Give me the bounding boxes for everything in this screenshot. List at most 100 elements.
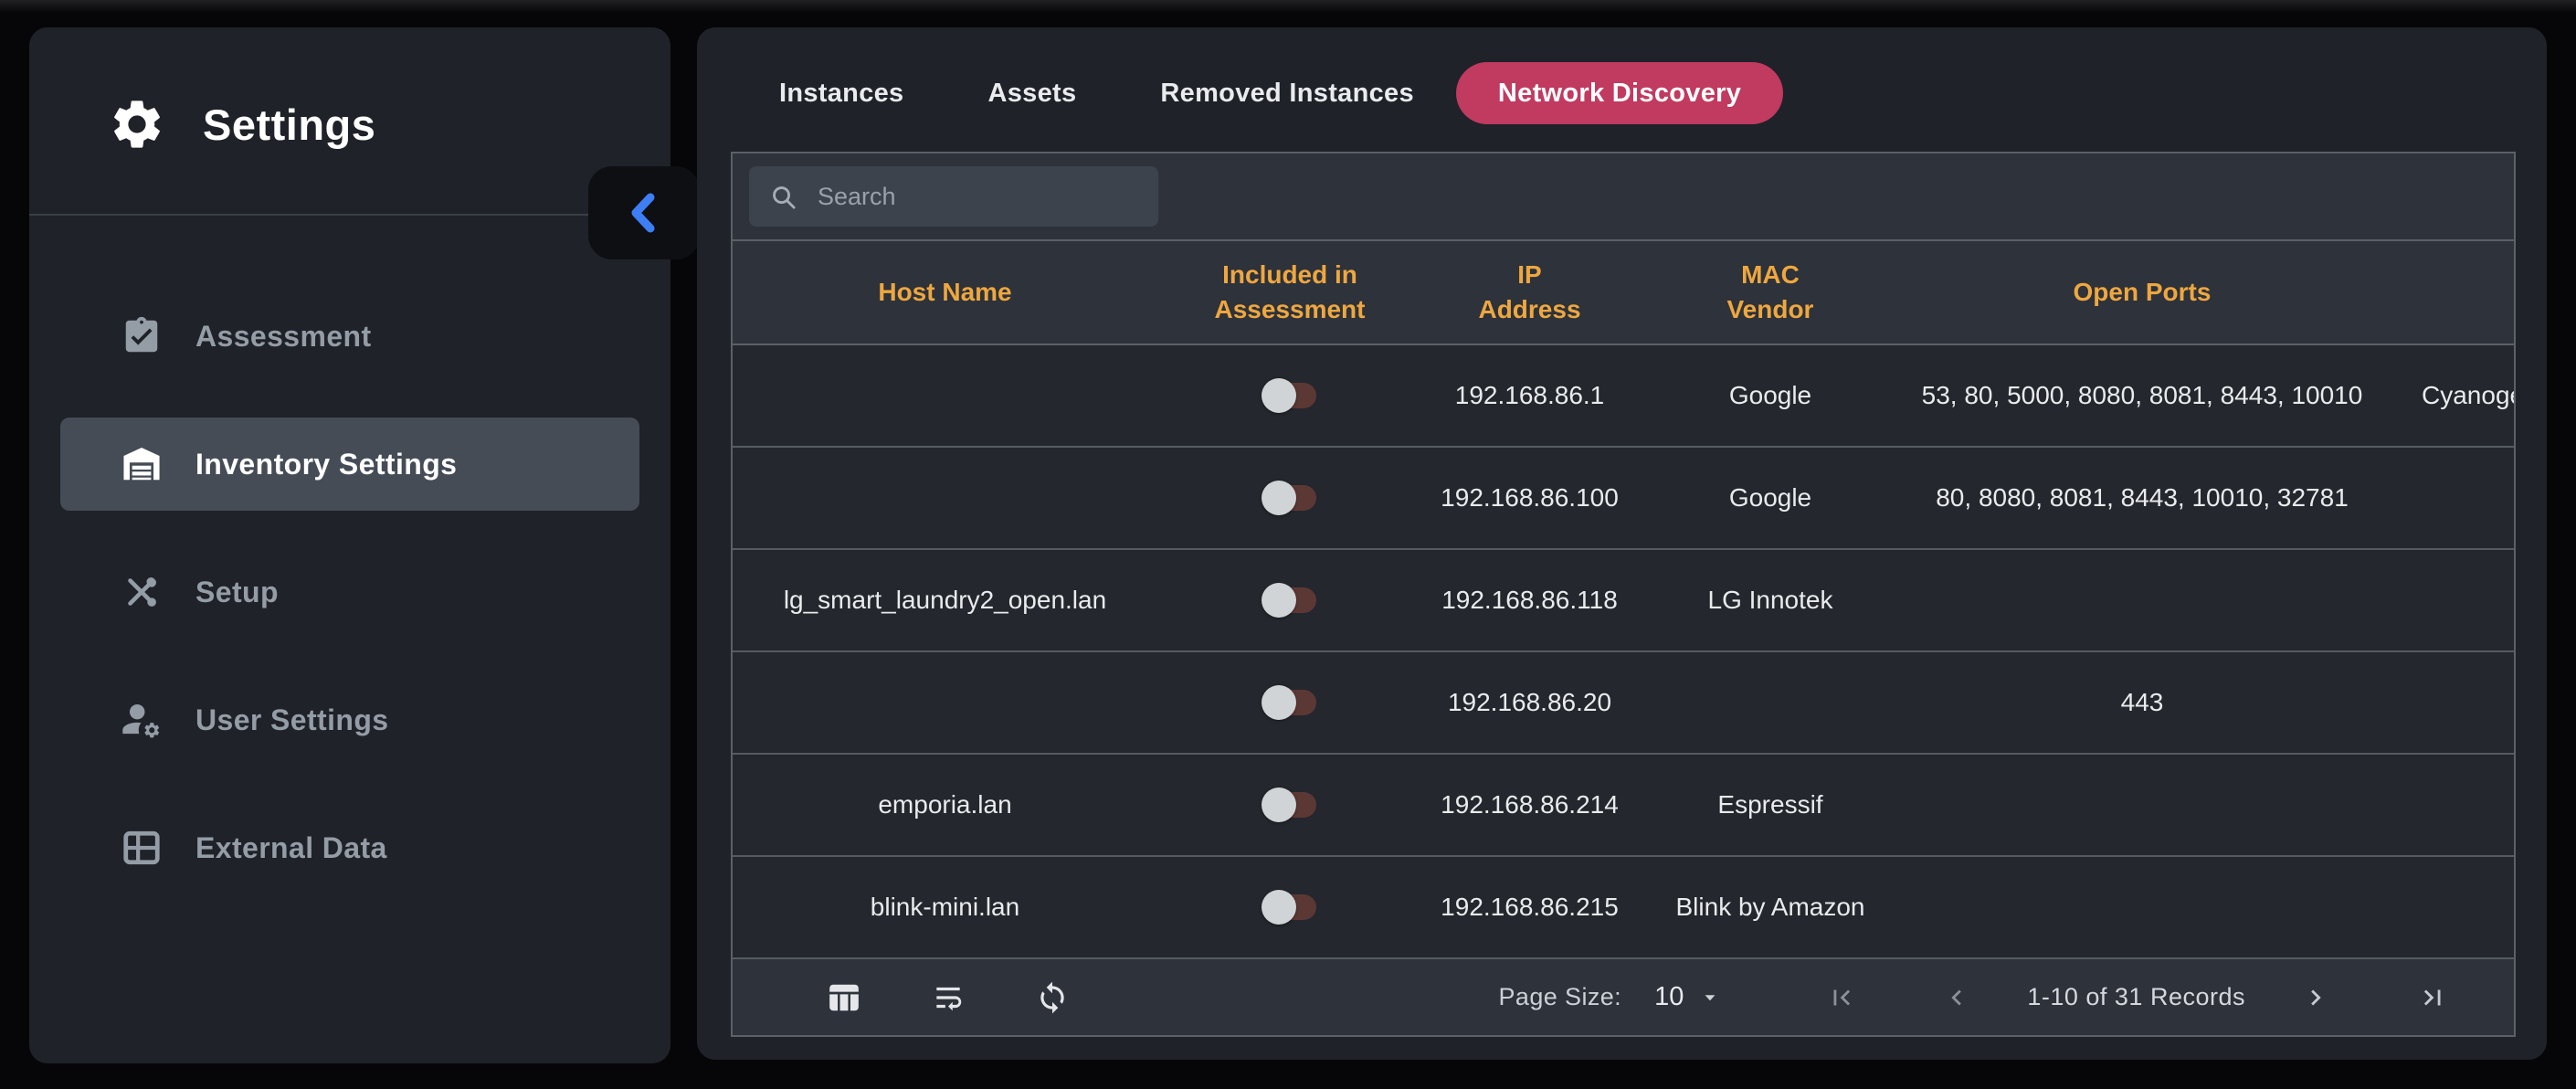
sidebar-item-label: User Settings <box>195 703 388 737</box>
user-gear-icon <box>121 699 163 741</box>
pagination-controls: 1-10 of 31 Records <box>1722 980 2450 1015</box>
table-columns-button[interactable] <box>826 979 862 1016</box>
included-in-assessment-cell <box>1157 685 1422 720</box>
table-row: blink-mini.lan 192.168.86.215 Blink by A… <box>733 857 2514 959</box>
tab-network-discovery[interactable]: Network Discovery <box>1456 62 1783 124</box>
table-body: 192.168.86.1 Google 53, 80, 5000, 8080, … <box>733 345 2514 959</box>
sidebar-item-label: Setup <box>195 576 279 609</box>
caret-down-icon <box>1698 986 1722 1010</box>
sidebar-item-user-settings[interactable]: User Settings <box>60 673 639 767</box>
first-page-button[interactable] <box>1824 980 1859 1015</box>
included-in-assessment-cell <box>1157 583 1422 618</box>
table-row: 192.168.86.100 Google 80, 8080, 8081, 84… <box>733 448 2514 550</box>
toggle-knob <box>1262 890 1296 925</box>
toggle-knob <box>1262 481 1296 515</box>
sidebar-item-label: Inventory Settings <box>195 448 457 481</box>
page-size-value: 10 <box>1654 982 1684 1012</box>
page-size-select[interactable]: 10 <box>1654 982 1722 1012</box>
mac-vendor-cell: Blink by Amazon <box>1637 893 1904 922</box>
included-in-assessment-cell <box>1157 788 1422 822</box>
last-page-button[interactable] <box>2415 980 2450 1015</box>
sidebar-item-inventory-settings[interactable]: Inventory Settings <box>60 418 639 511</box>
tools-icon <box>121 571 163 613</box>
mac-vendor-cell: Espressif <box>1637 790 1904 819</box>
tab-assets[interactable]: Assets <box>946 62 1119 124</box>
toggle-knob <box>1262 378 1296 413</box>
collapse-sidebar-button[interactable] <box>588 166 700 259</box>
ip-address-cell: 192.168.86.100 <box>1422 483 1637 513</box>
included-toggle[interactable] <box>1262 481 1318 515</box>
sidebar-menu: Assessment Inventory Settings Setup User… <box>29 290 670 929</box>
included-in-assessment-cell <box>1157 481 1422 515</box>
table-footer: Page Size: 10 1-10 of 31 Records <box>733 959 2514 1035</box>
search-input[interactable] <box>816 182 1138 212</box>
warehouse-icon <box>121 443 163 485</box>
sidebar-item-external-data[interactable]: External Data <box>60 801 639 894</box>
ip-address-cell: 192.168.86.118 <box>1422 586 1637 615</box>
table-toolbar <box>733 153 2514 241</box>
included-toggle[interactable] <box>1262 685 1318 720</box>
table-grid-icon <box>121 827 163 869</box>
sidebar-item-assessment[interactable]: Assessment <box>60 290 639 383</box>
column-header-ip-address: IPAddress <box>1422 258 1637 327</box>
column-header-included-in-assessment: Included inAssessment <box>1157 258 1422 327</box>
footer-right-group: Page Size: 10 1-10 of 31 Records <box>1499 980 2515 1015</box>
chevron-right-button[interactable] <box>2298 980 2333 1015</box>
host-name-cell: lg_smart_laundry2_open.lan <box>733 586 1157 615</box>
included-toggle[interactable] <box>1262 788 1318 822</box>
settings-sidebar: Settings Assessment Inventory Settings S… <box>29 27 670 1063</box>
mac-vendor-cell: Google <box>1637 381 1904 410</box>
search-icon <box>769 183 797 211</box>
app-root: Settings Assessment Inventory Settings S… <box>0 0 2576 1089</box>
host-name-cell: emporia.lan <box>733 790 1157 819</box>
open-ports-cell: 80, 8080, 8081, 8443, 10010, 32781 <box>1904 483 2381 513</box>
table-row: lg_smart_laundry2_open.lan 192.168.86.11… <box>733 550 2514 652</box>
wrap-text-button[interactable] <box>930 979 966 1016</box>
search-box <box>749 166 1158 227</box>
refresh-button[interactable] <box>1034 979 1071 1016</box>
clipboard-check-icon <box>121 315 163 357</box>
overflow-cell: Cyanoge <box>2381 381 2516 410</box>
network-discovery-table: Host NameIncluded inAssessmentIPAddressM… <box>731 152 2516 1037</box>
open-ports-cell: 53, 80, 5000, 8080, 8081, 8443, 10010 <box>1904 381 2381 410</box>
toggle-knob <box>1262 583 1296 618</box>
records-range-label: 1-10 of 31 Records <box>2027 983 2245 1011</box>
included-in-assessment-cell <box>1157 890 1422 925</box>
sidebar-item-label: External Data <box>195 831 387 865</box>
chevron-left-icon <box>626 190 662 236</box>
window-top-edge <box>0 0 2576 12</box>
tab-bar: InstancesAssetsRemoved InstancesNetwork … <box>737 62 1783 124</box>
tab-instances[interactable]: Instances <box>737 62 946 124</box>
table-row: 192.168.86.20 443 <box>733 652 2514 755</box>
sidebar-title: Settings <box>203 100 375 150</box>
first-page-icon <box>1826 982 1857 1013</box>
toggle-knob <box>1262 685 1296 720</box>
column-header-host-name: Host Name <box>733 275 1157 310</box>
mac-vendor-cell: LG Innotek <box>1637 586 1904 615</box>
included-toggle[interactable] <box>1262 378 1318 413</box>
table-row: 192.168.86.1 Google 53, 80, 5000, 8080, … <box>733 345 2514 448</box>
host-name-cell: blink-mini.lan <box>733 893 1157 922</box>
tab-removed-instances[interactable]: Removed Instances <box>1118 62 1456 124</box>
column-header-open-ports: Open Ports <box>1904 275 2381 310</box>
included-toggle[interactable] <box>1262 890 1318 925</box>
gear-icon <box>108 95 166 153</box>
sidebar-header: Settings <box>108 95 375 153</box>
toggle-knob <box>1262 788 1296 822</box>
last-page-icon <box>2417 982 2448 1013</box>
chevron-left-icon <box>1941 982 1972 1013</box>
mac-vendor-cell: Google <box>1637 483 1904 513</box>
footer-tool-icons <box>733 979 1071 1016</box>
chevron-left-button[interactable] <box>1939 980 1974 1015</box>
chevron-right-icon <box>2300 982 2331 1013</box>
table-header-row: Host NameIncluded inAssessmentIPAddressM… <box>733 241 2514 345</box>
sidebar-item-label: Assessment <box>195 320 372 354</box>
sidebar-item-setup[interactable]: Setup <box>60 545 639 639</box>
included-toggle[interactable] <box>1262 583 1318 618</box>
sidebar-divider <box>29 214 670 216</box>
table-row: emporia.lan 192.168.86.214 Espressif <box>733 755 2514 857</box>
ip-address-cell: 192.168.86.20 <box>1422 688 1637 717</box>
included-in-assessment-cell <box>1157 378 1422 413</box>
ip-address-cell: 192.168.86.1 <box>1422 381 1637 410</box>
page-size-label: Page Size: <box>1499 983 1622 1011</box>
